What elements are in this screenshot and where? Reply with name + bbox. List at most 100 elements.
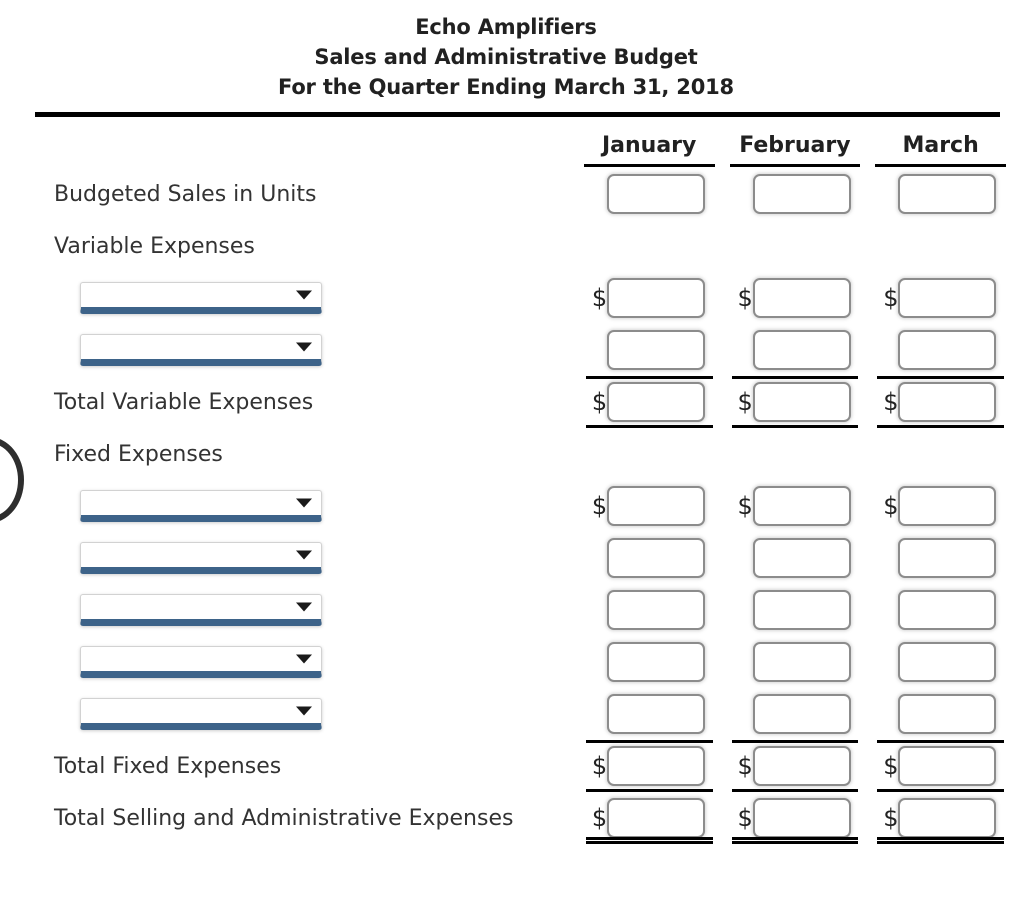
amount-input-fixed-expense-5-march[interactable] <box>898 694 997 734</box>
amount-input-fixed-expense-1-march[interactable] <box>898 486 997 526</box>
amount-input-variable-expense-2-january[interactable] <box>606 330 705 370</box>
amount-input-total-selling-administrative-expenses-january[interactable] <box>606 798 705 838</box>
amount-cell-fixed-expense-1-february: $ <box>724 480 867 532</box>
amount-cell-fixed-expense-1-march: $ <box>869 480 1012 532</box>
chevron-down-icon <box>296 602 312 612</box>
account-select-variable-expense-1[interactable] <box>80 282 322 314</box>
amount-input-total-variable-expenses-january[interactable] <box>606 382 705 422</box>
table-row: $$$ <box>0 688 1012 740</box>
table-row: $$$ <box>0 324 1012 376</box>
underline-rule <box>583 163 715 167</box>
currency-symbol: $ <box>737 804 753 832</box>
grand-total-double-rule <box>877 837 1004 844</box>
amount-input-variable-expense-1-march[interactable] <box>898 278 997 318</box>
amount-inner: $ <box>869 688 1012 740</box>
amount-cell-variable-expenses-march <box>869 220 1012 272</box>
budget-table-body: January February March Budgeted Sales in Un… <box>0 120 1012 844</box>
row-label-cell-total-selling-administrative-expenses: Total Selling and Administrative Expense… <box>0 792 578 844</box>
column-header-underline-march <box>869 160 1012 168</box>
amount-inner: $ <box>724 636 867 688</box>
table-row: Total Fixed Expenses $ $ $ <box>0 740 1012 792</box>
amount-input-budgeted-sales-units-january[interactable] <box>606 174 705 214</box>
amount-cell-variable-expense-2-march: $ <box>869 324 1012 376</box>
amount-inner: $ <box>724 324 867 376</box>
chevron-down-icon <box>296 342 312 352</box>
column-header-row: January February March <box>0 120 1012 160</box>
amount-input-total-fixed-expenses-march[interactable] <box>898 746 997 786</box>
amount-input-fixed-expense-2-january[interactable] <box>606 538 705 578</box>
amount-input-variable-expense-2-march[interactable] <box>898 330 997 370</box>
amount-input-total-selling-administrative-expenses-february[interactable] <box>752 798 851 838</box>
currency-symbol: $ <box>591 804 608 832</box>
amount-input-fixed-expense-2-march[interactable] <box>898 538 997 578</box>
amount-inner: $ <box>869 584 1012 636</box>
account-select-fixed-expense-4[interactable] <box>80 646 322 678</box>
amount-inner: $ <box>578 168 721 220</box>
account-select-fixed-expense-3[interactable] <box>80 594 322 626</box>
amount-cell-total-fixed-expenses-february: $ <box>724 740 867 792</box>
amount-input-fixed-expense-4-february[interactable] <box>752 642 851 682</box>
amount-inner: $ <box>578 584 721 636</box>
amount-input-total-fixed-expenses-january[interactable] <box>606 746 705 786</box>
select-wrapper <box>0 272 578 324</box>
amount-input-variable-expense-1-january[interactable] <box>606 278 705 318</box>
amount-input-fixed-expense-5-february[interactable] <box>752 694 851 734</box>
currency-symbol: $ <box>883 492 899 520</box>
select-wrapper <box>0 688 578 740</box>
currency-symbol: $ <box>737 284 753 312</box>
account-select-fixed-expense-2[interactable] <box>80 542 322 574</box>
select-wrapper <box>0 584 578 636</box>
row-label-cell-variable-expense-2 <box>0 324 578 376</box>
column-header-january: January <box>578 120 721 160</box>
amount-input-fixed-expense-3-january[interactable] <box>606 590 705 630</box>
underline-rule <box>875 163 1006 167</box>
amount-cell-variable-expense-1-march: $ <box>869 272 1012 324</box>
amount-input-fixed-expense-3-february[interactable] <box>752 590 851 630</box>
select-wrapper <box>0 480 578 532</box>
amount-inner: $ <box>578 376 721 428</box>
row-label: Total Selling and Administrative Expense… <box>54 805 514 831</box>
row-label-cell-fixed-expense-2 <box>0 532 578 584</box>
amount-cell-fixed-expense-1-january: $ <box>578 480 721 532</box>
amount-input-fixed-expense-2-february[interactable] <box>752 538 851 578</box>
table-row: Total Variable Expenses $ $ $ <box>0 376 1012 428</box>
table-row: Variable Expenses <box>0 220 1012 272</box>
amount-input-budgeted-sales-units-march[interactable] <box>898 174 997 214</box>
amount-input-fixed-expense-4-march[interactable] <box>898 642 997 682</box>
amount-input-fixed-expense-4-january[interactable] <box>606 642 705 682</box>
amount-input-budgeted-sales-units-february[interactable] <box>752 174 851 214</box>
total-rule-top <box>877 740 1004 743</box>
account-select-fixed-expense-1[interactable] <box>80 490 322 522</box>
amount-input-variable-expense-1-february[interactable] <box>752 278 851 318</box>
table-row: Fixed Expenses <box>0 428 1012 480</box>
amount-cell-fixed-expense-2-february: $ <box>724 532 867 584</box>
account-select-variable-expense-2[interactable] <box>80 334 322 366</box>
amount-inner: $ <box>578 532 721 584</box>
amount-input-fixed-expense-1-february[interactable] <box>752 486 851 526</box>
table-row: $$$ <box>0 584 1012 636</box>
amount-input-fixed-expense-3-march[interactable] <box>898 590 997 630</box>
amount-inner: $ <box>869 636 1012 688</box>
table-row: $$$ <box>0 636 1012 688</box>
amount-inner: $ <box>724 168 867 220</box>
amount-cell-fixed-expense-4-february: $ <box>724 636 867 688</box>
column-header-rule-row <box>0 160 1012 168</box>
amount-input-fixed-expense-5-january[interactable] <box>606 694 705 734</box>
header-divider-rule <box>35 112 1000 117</box>
currency-symbol: $ <box>883 804 899 832</box>
amount-input-variable-expense-2-february[interactable] <box>752 330 851 370</box>
amount-cell-fixed-expense-5-february: $ <box>724 688 867 740</box>
amount-input-total-variable-expenses-february[interactable] <box>752 382 851 422</box>
amount-input-total-selling-administrative-expenses-march[interactable] <box>898 798 997 838</box>
budget-worksheet-page: Echo Amplifiers Sales and Administrative… <box>0 0 1012 900</box>
currency-symbol: $ <box>737 492 753 520</box>
currency-symbol: $ <box>591 388 608 416</box>
amount-input-total-fixed-expenses-february[interactable] <box>752 746 851 786</box>
amount-input-total-variable-expenses-march[interactable] <box>898 382 997 422</box>
statement-title: Sales and Administrative Budget <box>314 45 698 69</box>
amount-inner: $ <box>869 324 1012 376</box>
account-select-fixed-expense-5[interactable] <box>80 698 322 730</box>
amount-cell-total-selling-administrative-expenses-february: $ <box>724 792 867 844</box>
amount-input-fixed-expense-1-january[interactable] <box>606 486 705 526</box>
row-label-cell-budgeted-sales-units: Budgeted Sales in Units <box>0 168 578 220</box>
